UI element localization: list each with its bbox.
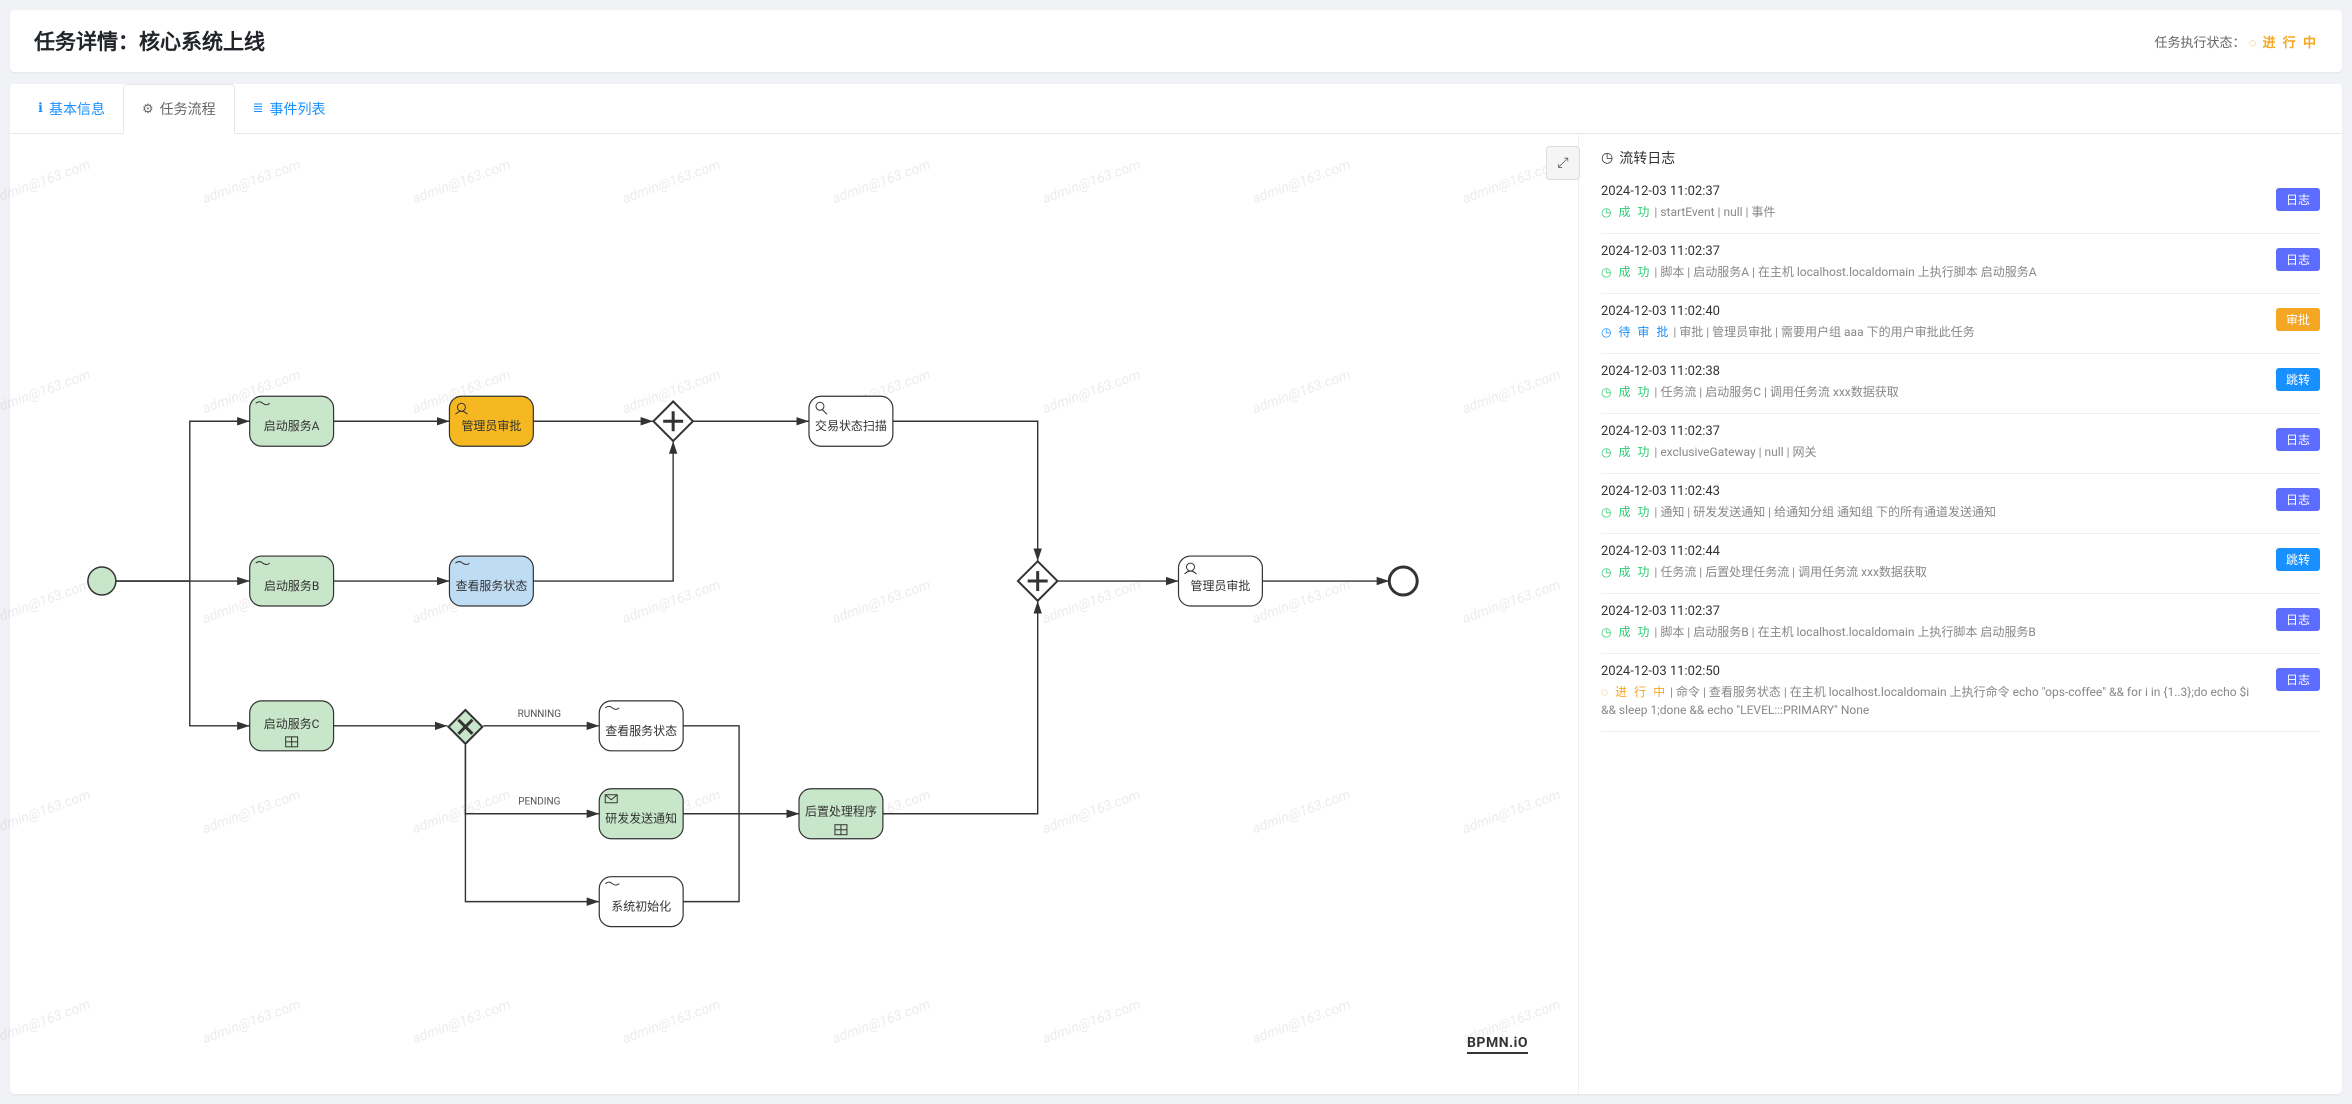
log-status: ◷ 成 功: [1601, 385, 1651, 399]
log-item: 2024-12-03 11:02:38 ◷ 成 功 | 任务流 | 启动服务C |…: [1601, 354, 2320, 414]
node-sysinit[interactable]: 系统初始化: [599, 877, 683, 927]
svg-text:查看服务状态: 查看服务状态: [455, 578, 527, 593]
log-desc: ◌ 进 行 中 | 命令 | 查看服务状态 | 在主机 localhost.lo…: [1601, 683, 2264, 719]
log-status: ◷ 成 功: [1601, 565, 1651, 579]
log-status: ◷ 成 功: [1601, 265, 1651, 279]
log-timestamp: 2024-12-03 11:02:37: [1601, 424, 2264, 439]
node-scan-tx[interactable]: 交易状态扫描: [809, 396, 893, 446]
svg-text:启动服务C: 启动服务C: [264, 716, 320, 731]
gateway-parallel-1[interactable]: [653, 401, 693, 441]
log-item: 2024-12-03 11:02:50 ◌ 进 行 中 | 命令 | 查看服务状态…: [1601, 654, 2320, 732]
log-timestamp: 2024-12-03 11:02:50: [1601, 664, 2264, 679]
node-admin-approve-2[interactable]: 管理员审批: [1179, 556, 1263, 606]
log-status: ◷ 成 功: [1601, 505, 1651, 519]
log-desc: ◷ 成 功 | 通知 | 研发发送通知 | 给通知分组 通知组 下的所有通道发送…: [1601, 503, 2264, 521]
svg-text:系统初始化: 系统初始化: [611, 900, 671, 914]
gateway-exclusive[interactable]: [448, 710, 482, 744]
log-item: 2024-12-03 11:02:37 ◷ 成 功 | exclusiveGate…: [1601, 414, 2320, 474]
log-desc: ◷ 成 功 | 脚本 | 启动服务B | 在主机 localhost.local…: [1601, 623, 2264, 641]
task-status: 任务执行状态： ◌进 行 中: [2155, 32, 2318, 51]
log-timestamp: 2024-12-03 11:02:43: [1601, 484, 2264, 499]
log-action-button[interactable]: 审批: [2276, 308, 2320, 331]
status-label: 任务执行状态：: [2155, 36, 2246, 51]
log-desc: ◷ 成 功 | 脚本 | 启动服务A | 在主机 localhost.local…: [1601, 263, 2264, 281]
page-title: 任务详情：核心系统上线: [34, 26, 265, 56]
log-desc: ◷ 成 功 | 任务流 | 启动服务C | 调用任务流 xxx数据获取: [1601, 383, 2264, 401]
log-timestamp: 2024-12-03 11:02:38: [1601, 364, 2264, 379]
svg-text:查看服务状态: 查看服务状态: [605, 723, 677, 738]
log-item: 2024-12-03 11:02:37 ◷ 成 功 | 脚本 | 启动服务A | …: [1601, 234, 2320, 294]
log-item: 2024-12-03 11:02:37 ◷ 成 功 | 脚本 | 启动服务B | …: [1601, 594, 2320, 654]
log-action-button[interactable]: 跳转: [2276, 368, 2320, 391]
log-list: 2024-12-03 11:02:37 ◷ 成 功 | startEvent | …: [1601, 180, 2320, 732]
node-start-service-b[interactable]: 启动服务B: [250, 556, 334, 606]
spinner-icon: ◌: [2249, 35, 2259, 51]
clock-icon: ◷: [1601, 150, 1613, 166]
bpmn-logo: BPMN.iO: [1467, 1035, 1528, 1054]
svg-text:研发发送通知: 研发发送通知: [605, 811, 677, 826]
svg-text:RUNNING: RUNNING: [518, 709, 562, 720]
end-event[interactable]: [1389, 567, 1417, 595]
flow-log-sidebar: ◷ 流转日志 2024-12-03 11:02:37 ◷ 成 功 | startE…: [1578, 134, 2342, 1094]
log-action-button[interactable]: 跳转: [2276, 548, 2320, 571]
log-action-button[interactable]: 日志: [2276, 248, 2320, 271]
svg-text:后置处理程序: 后置处理程序: [805, 804, 877, 819]
log-timestamp: 2024-12-03 11:02:37: [1601, 244, 2264, 259]
log-status: ◷ 成 功: [1601, 625, 1651, 639]
node-postproc[interactable]: 后置处理程序: [799, 789, 883, 839]
node-notify[interactable]: 研发发送通知: [599, 789, 683, 839]
log-action-button[interactable]: 日志: [2276, 488, 2320, 511]
log-action-button[interactable]: 日志: [2276, 428, 2320, 451]
status-running: ◌进 行 中: [2249, 36, 2318, 51]
flow-icon: ⚙: [142, 102, 154, 117]
log-desc: ◷ 成 功 | 任务流 | 后置处理任务流 | 调用任务流 xxx数据获取: [1601, 563, 2264, 581]
expand-icon: ⤢: [1557, 155, 1568, 171]
tab-task-flow[interactable]: ⚙ 任务流程: [123, 84, 235, 134]
log-action-button[interactable]: 日志: [2276, 668, 2320, 691]
log-timestamp: 2024-12-03 11:02:37: [1601, 184, 2264, 199]
svg-text:交易状态扫描: 交易状态扫描: [815, 418, 887, 433]
node-admin-approve-1[interactable]: 管理员审批: [449, 396, 533, 446]
tabs: ℹ 基本信息 ⚙ 任务流程 ≣ 事件列表: [10, 84, 2342, 134]
log-status: ◌ 进 行 中: [1601, 685, 1667, 699]
svg-text:启动服务B: 启动服务B: [264, 578, 319, 593]
sidebar-title: ◷ 流转日志: [1601, 148, 2320, 168]
start-event[interactable]: [88, 567, 116, 595]
log-timestamp: 2024-12-03 11:02:44: [1601, 544, 2264, 559]
svg-text:启动服务A: 启动服务A: [264, 418, 320, 433]
log-item: 2024-12-03 11:02:37 ◷ 成 功 | startEvent | …: [1601, 180, 2320, 234]
info-icon: ℹ: [38, 101, 43, 116]
svg-text:PENDING: PENDING: [518, 797, 560, 808]
log-timestamp: 2024-12-03 11:02:40: [1601, 304, 2264, 319]
log-desc: ◷ 待 审 批 | 审批 | 管理员审批 | 需要用户组 aaa 下的用户审批此…: [1601, 323, 2264, 341]
log-item: 2024-12-03 11:02:43 ◷ 成 功 | 通知 | 研发发送通知 |…: [1601, 474, 2320, 534]
log-status: ◷ 成 功: [1601, 445, 1651, 459]
log-item: 2024-12-03 11:02:44 ◷ 成 功 | 任务流 | 后置处理任务流…: [1601, 534, 2320, 594]
log-action-button[interactable]: 日志: [2276, 608, 2320, 631]
node-start-service-c[interactable]: 启动服务C: [250, 701, 334, 751]
content-card: ℹ 基本信息 ⚙ 任务流程 ≣ 事件列表 admin@163.comadmin@…: [10, 84, 2342, 1094]
page-header: 任务详情：核心系统上线 任务执行状态： ◌进 行 中: [10, 10, 2342, 72]
log-desc: ◷ 成 功 | startEvent | null | 事件: [1601, 203, 2264, 221]
svg-text:管理员审批: 管理员审批: [461, 418, 521, 433]
log-status: ◷ 待 审 批: [1601, 325, 1670, 339]
gateway-parallel-2[interactable]: [1018, 561, 1058, 601]
bpmn-canvas[interactable]: admin@163.comadmin@163.comadmin@163.coma…: [10, 134, 1578, 1094]
svg-text:管理员审批: 管理员审批: [1191, 578, 1251, 593]
log-status: ◷ 成 功: [1601, 205, 1651, 219]
node-check-status-2[interactable]: 查看服务状态: [599, 701, 683, 751]
log-desc: ◷ 成 功 | exclusiveGateway | null | 网关: [1601, 443, 2264, 461]
tab-basic-info[interactable]: ℹ 基本信息: [20, 84, 123, 133]
node-start-service-a[interactable]: 启动服务A: [250, 396, 334, 446]
node-check-status-1[interactable]: 查看服务状态: [449, 556, 533, 606]
collapse-sidebar-button[interactable]: ⤢: [1546, 146, 1580, 180]
list-icon: ≣: [253, 101, 264, 116]
log-item: 2024-12-03 11:02:40 ◷ 待 审 批 | 审批 | 管理员审批 …: [1601, 294, 2320, 354]
log-action-button[interactable]: 日志: [2276, 188, 2320, 211]
tab-event-list[interactable]: ≣ 事件列表: [235, 84, 344, 133]
log-timestamp: 2024-12-03 11:02:37: [1601, 604, 2264, 619]
